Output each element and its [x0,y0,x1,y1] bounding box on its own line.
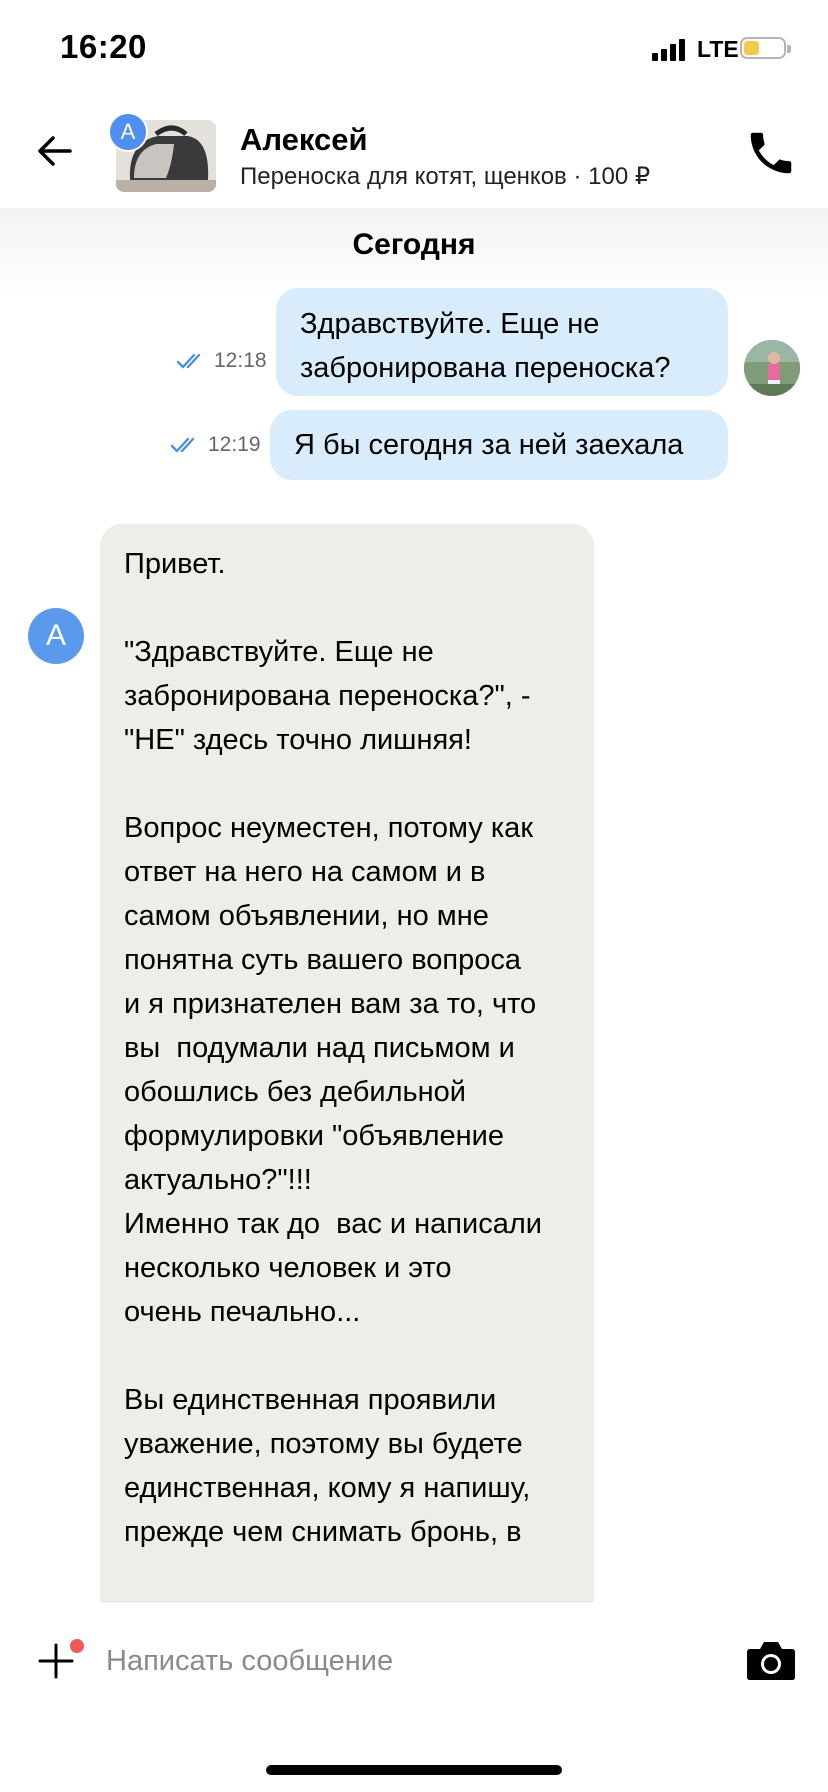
listing-subtitle[interactable]: Переноска для котят, щенков · 100 ₽ [240,162,650,191]
double-check-icon [176,353,201,369]
home-indicator [266,1765,562,1775]
contact-avatar[interactable]: А [108,112,148,152]
plus-icon[interactable] [38,1643,74,1679]
outgoing-message[interactable]: Здравствуйте. Еще не забронирована перен… [276,288,728,396]
double-check-icon [170,437,195,453]
signal-icon [652,39,686,61]
message-input[interactable] [106,1639,706,1683]
battery-level [744,41,759,55]
notification-dot [70,1639,84,1653]
day-separator: Сегодня [352,228,476,261]
outgoing-message[interactable]: Я бы сегодня за ней заехала [270,410,728,480]
battery-icon [740,37,791,59]
contact-name[interactable]: Алексей [240,122,368,158]
message-time: 12:19 [208,433,261,456]
back-arrow-icon[interactable] [34,130,76,172]
incoming-message[interactable]: Привет. "Здравствуйте. Еще не заброниров… [100,524,594,1603]
phone-icon[interactable] [744,126,798,180]
message-meta: 12:18 [176,349,267,373]
message-meta: 12:19 [170,433,261,457]
network-label: LTE [697,36,739,62]
status-time: 16:20 [60,28,147,65]
status-bar: 16:20 LTE [0,0,828,100]
message-time: 12:18 [214,349,267,372]
my-avatar[interactable] [744,340,800,396]
camera-icon[interactable] [746,1639,796,1681]
chat-messages[interactable]: Сегодня 12:18 Здравствуйте. Еще не забро… [0,208,828,1603]
message-composer [0,1603,828,1792]
chat-header: А Алексей Переноска для котят, щенков · … [0,100,828,208]
sender-avatar[interactable]: А [28,608,84,664]
